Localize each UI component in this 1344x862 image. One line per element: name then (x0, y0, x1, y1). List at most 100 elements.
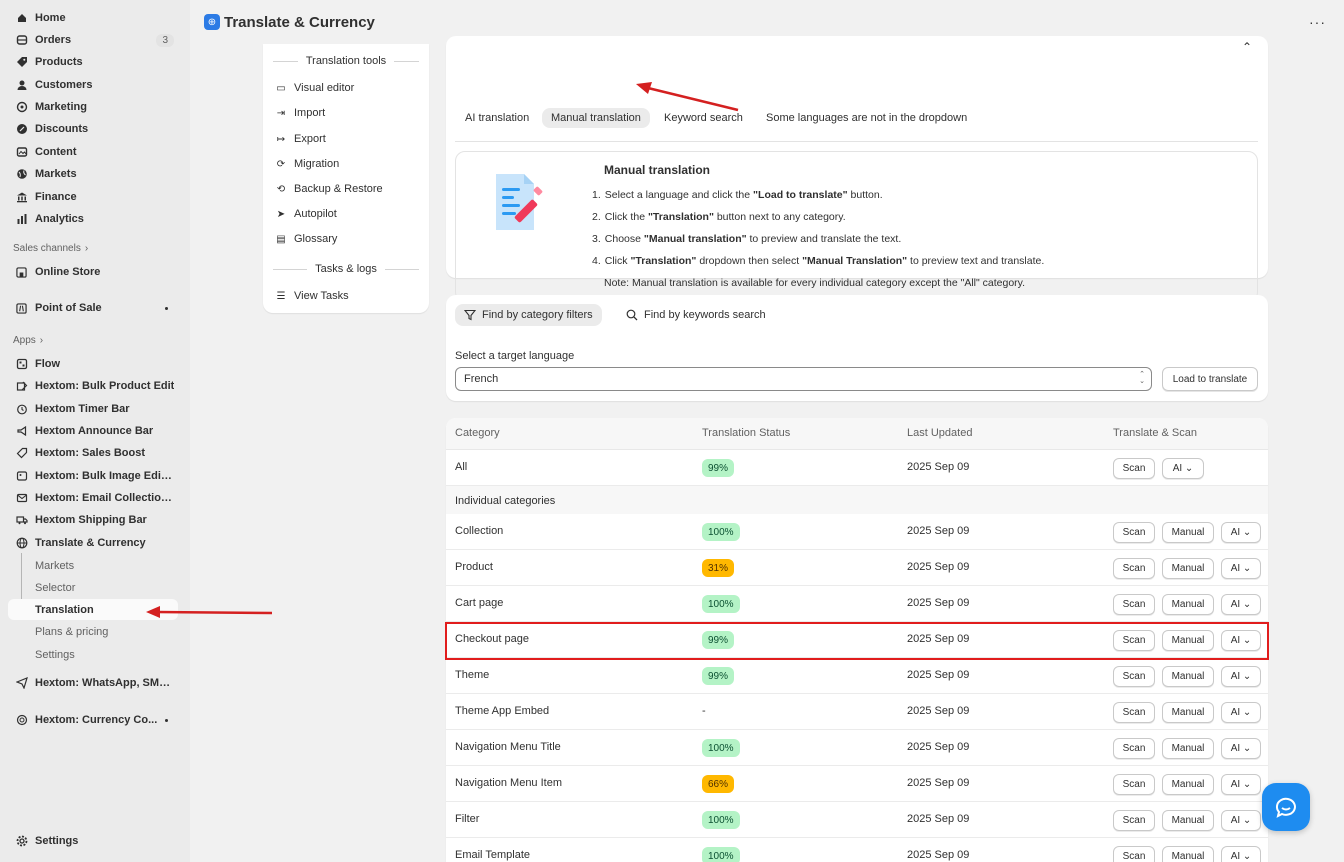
tool-visual-editor[interactable]: ▭ Visual editor (276, 82, 354, 94)
cell-updated: 2025 Sep 09 (907, 461, 970, 473)
ai-dropdown-button[interactable]: AI ⌄ (1221, 594, 1261, 615)
tab-ai-translation[interactable]: AI translation (456, 108, 538, 128)
cell-updated: 2025 Sep 09 (907, 741, 970, 753)
scan-button[interactable]: Scan (1113, 738, 1155, 759)
sidebar-app-1[interactable]: Hextom: Bulk Product Edit (8, 375, 178, 397)
scan-button[interactable]: Scan (1113, 594, 1155, 615)
scan-button[interactable]: Scan (1113, 774, 1155, 795)
sidebar-item-whatsapp[interactable]: Hextom: WhatsApp, SMS ... (8, 672, 178, 694)
manual-button[interactable]: Manual (1162, 630, 1214, 651)
sidebar-item-currency-converter[interactable]: Hextom: Currency Co... (8, 709, 178, 731)
scan-button[interactable]: Scan (1113, 630, 1155, 651)
ai-dropdown-button[interactable]: AI ⌄ (1221, 522, 1261, 543)
sidebar-item-customers[interactable]: Customers (8, 74, 178, 96)
sidebar-app-3[interactable]: Hextom Announce Bar (8, 420, 178, 442)
more-options-icon[interactable]: ··· (1309, 14, 1326, 30)
ai-dropdown-button[interactable]: AI ⌄ (1162, 458, 1204, 479)
tab-keyword-search[interactable]: Keyword search (655, 108, 752, 128)
ai-dropdown-button[interactable]: AI ⌄ (1221, 702, 1261, 723)
language-select[interactable]: French ⌃ ⌄ (455, 367, 1152, 391)
sidebar-item-products[interactable]: Products (8, 51, 178, 73)
gear-icon (8, 835, 35, 847)
chevron-up-icon[interactable]: ⌃ (1242, 40, 1252, 54)
pos-icon (8, 302, 35, 314)
sidebar-subitem-selector[interactable]: Selector (8, 577, 178, 598)
sidebar-app-4[interactable]: Hextom: Sales Boost (8, 442, 178, 464)
manual-button[interactable]: Manual (1162, 774, 1214, 795)
sidebar-item-markets[interactable]: Markets (8, 163, 178, 185)
load-to-translate-button[interactable]: Load to translate (1162, 367, 1258, 391)
sidebar-item-online-store[interactable]: Online Store (8, 261, 178, 283)
cell-updated: 2025 Sep 09 (907, 849, 970, 861)
sidebar-subitem-translation[interactable]: Translation (8, 599, 178, 620)
tab-manual-translation[interactable]: Manual translation (542, 108, 650, 128)
scan-button[interactable]: Scan (1113, 666, 1155, 687)
scan-button[interactable]: Scan (1113, 702, 1155, 723)
orders-icon (8, 34, 35, 46)
ai-dropdown-button[interactable]: AI ⌄ (1221, 774, 1261, 795)
flow-icon (8, 358, 35, 370)
ai-dropdown-button[interactable]: AI ⌄ (1221, 558, 1261, 579)
image-edit-icon (8, 470, 35, 482)
sidebar-app-6[interactable]: Hextom: Email Collection ... (8, 487, 178, 509)
sidebar-item-orders[interactable]: Orders 3 (8, 29, 178, 51)
sidebar-app-2[interactable]: Hextom Timer Bar (8, 398, 178, 420)
sales-channels-label[interactable]: Sales channels › (13, 243, 88, 254)
tool-backup-restore[interactable]: ⟲ Backup & Restore (276, 183, 383, 195)
sidebar-app-8[interactable]: Translate & Currency (8, 532, 178, 554)
more-dot-icon[interactable] (165, 718, 168, 722)
cell-category: Checkout page (455, 633, 529, 645)
more-dot-icon[interactable] (165, 306, 168, 310)
scan-button[interactable]: Scan (1113, 810, 1155, 831)
manual-button[interactable]: Manual (1162, 846, 1214, 862)
tool-autopilot[interactable]: ➤ Autopilot (276, 208, 337, 220)
sidebar-item-home[interactable]: Home (8, 7, 178, 29)
cell-category: Navigation Menu Item (455, 777, 562, 789)
ai-dropdown-button[interactable]: AI ⌄ (1221, 666, 1261, 687)
cell-category: Product (455, 561, 493, 573)
sidebar-item-analytics[interactable]: Analytics (8, 208, 178, 230)
ai-dropdown-button[interactable]: AI ⌄ (1221, 738, 1261, 759)
sidebar-item-finance[interactable]: Finance (8, 186, 178, 208)
sidebar-app-7[interactable]: Hextom Shipping Bar (8, 509, 178, 531)
apps-label[interactable]: Apps › (13, 335, 43, 346)
chat-support-button[interactable] (1262, 783, 1310, 831)
manual-button[interactable]: Manual (1162, 558, 1214, 579)
manual-button[interactable]: Manual (1162, 738, 1214, 759)
manual-button[interactable]: Manual (1162, 594, 1214, 615)
tool-glossary[interactable]: ▤ Glossary (276, 233, 337, 245)
tool-export[interactable]: ↦ Export (276, 133, 326, 145)
manual-button[interactable]: Manual (1162, 522, 1214, 543)
bank-icon (8, 191, 35, 203)
categories-table: Category Translation Status Last Updated… (446, 418, 1268, 862)
sidebar-item-content[interactable]: Content (8, 141, 178, 163)
scan-button[interactable]: Scan (1113, 458, 1155, 479)
sidebar-subitem-plans-pricing[interactable]: Plans & pricing (8, 621, 178, 642)
scan-button[interactable]: Scan (1113, 846, 1155, 862)
tab-category-filters[interactable]: Find by category filters (455, 304, 602, 326)
manual-button[interactable]: Manual (1162, 702, 1214, 723)
sidebar-item-marketing[interactable]: Marketing (8, 96, 178, 118)
sidebar-app-5[interactable]: Hextom: Bulk Image Edit &... (8, 465, 178, 487)
tool-import[interactable]: ⇥ Import (276, 107, 325, 119)
sidebar-item-point-of-sale[interactable]: Point of Sale (8, 297, 178, 319)
manual-button[interactable]: Manual (1162, 666, 1214, 687)
scan-button[interactable]: Scan (1113, 558, 1155, 579)
ai-dropdown-button[interactable]: AI ⌄ (1221, 846, 1261, 862)
manual-button[interactable]: Manual (1162, 810, 1214, 831)
sidebar-subitem-settings[interactable]: Settings (8, 644, 178, 665)
sidebar-app-0[interactable]: Flow (8, 353, 178, 375)
sidebar-subitem-markets[interactable]: Markets (8, 555, 178, 576)
scan-button[interactable]: Scan (1113, 522, 1155, 543)
table-row: Navigation Menu Item 66% 2025 Sep 09 Scan Ma… (446, 766, 1268, 802)
tab-keywords-search[interactable]: Find by keywords search (617, 304, 775, 326)
tab-languages-dropdown[interactable]: Some languages are not in the dropdown (757, 108, 976, 128)
sidebar-item-settings[interactable]: Settings (8, 830, 178, 852)
faq-content-box: Manual translation 1. Select a language a… (455, 151, 1258, 302)
ai-dropdown-button[interactable]: AI ⌄ (1221, 630, 1261, 651)
ai-dropdown-button[interactable]: AI ⌄ (1221, 810, 1261, 831)
faq-note: Note: Manual translation is available fo… (604, 277, 1026, 289)
tool-view-tasks[interactable]: ☰ View Tasks (276, 290, 349, 302)
tool-migration[interactable]: ⟳ Migration (276, 158, 339, 170)
sidebar-item-discounts[interactable]: Discounts (8, 118, 178, 140)
